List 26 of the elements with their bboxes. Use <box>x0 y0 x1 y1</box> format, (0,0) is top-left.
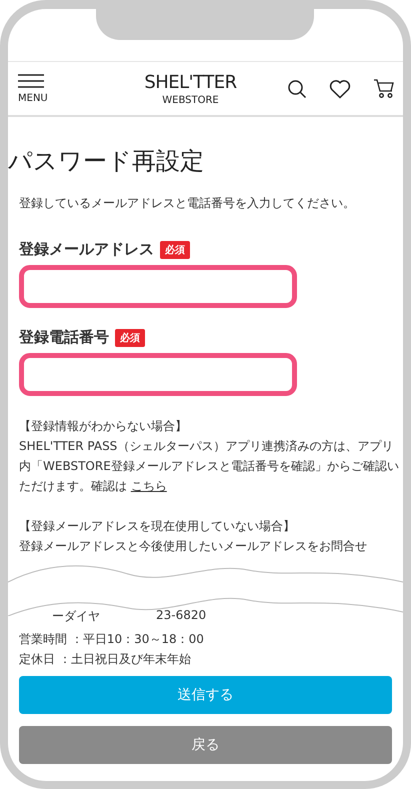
required-badge: 必須 <box>160 240 190 258</box>
hours-text: 営業時間 ：平日10：30～18：00 <box>19 631 205 648</box>
logo-subtitle: WEBSTORE <box>162 94 219 106</box>
menu-button[interactable]: MENU <box>18 74 54 104</box>
input-field[interactable] <box>19 353 297 396</box>
info-text: SHEL'TTER PASS（シェルターパス）アプリ連携済みの方は、アプリ内「WEBSTORE登録メールアドレスと電話番号を確認」からご確認いただけます。確認は こちら <box>19 438 400 495</box>
logo-text: SHEL'TTER <box>144 72 237 92</box>
field-label: 登録電話番号 <box>19 328 109 347</box>
page-title: パスワード再設定 <box>8 146 205 177</box>
input-field[interactable] <box>19 265 297 308</box>
cart-icon[interactable] <box>373 78 395 98</box>
info-heading: 【登録メールアドレスを現在使用していない場合】 <box>19 518 296 535</box>
logo[interactable]: SHEL'TTER WEBSTORE <box>116 72 265 106</box>
heart-icon[interactable] <box>329 78 351 98</box>
partial-text: 23-6820 <box>156 608 206 624</box>
required-badge: 必須 <box>115 328 145 346</box>
info-text: 登録メールアドレスと今後使用したいメールアドレスをお問合せ <box>19 538 368 555</box>
hours-text: 定休日 ：土日祝日及び年末年始 <box>19 651 192 668</box>
menu-icon <box>18 74 44 88</box>
search-icon[interactable] <box>287 78 307 98</box>
info-heading: 【登録情報がわからない場合】 <box>19 418 188 435</box>
here-link[interactable]: こちら <box>130 479 167 493</box>
partial-text: ーダイヤ <box>52 608 100 625</box>
menu-label: MENU <box>18 92 48 104</box>
intro-text: 登録しているメールアドレスと電話番号を入力してください。 <box>19 195 356 212</box>
field-label: 登録メールアドレス <box>19 240 154 259</box>
